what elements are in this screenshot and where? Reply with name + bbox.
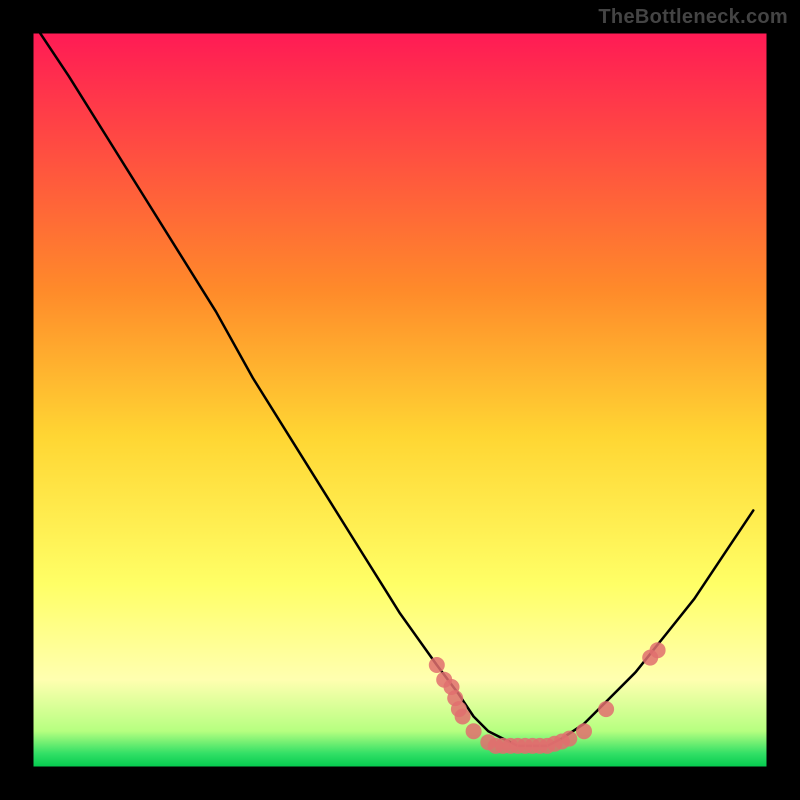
- data-marker: [429, 657, 445, 673]
- chart-svg: [32, 32, 768, 768]
- data-marker: [598, 701, 614, 717]
- data-marker: [455, 709, 471, 725]
- chart-frame: TheBottleneck.com: [0, 0, 800, 800]
- plot-area: [32, 32, 768, 768]
- watermark-text: TheBottleneck.com: [598, 6, 788, 29]
- data-marker: [466, 723, 482, 739]
- data-marker: [561, 731, 577, 747]
- data-marker: [576, 723, 592, 739]
- data-marker: [650, 642, 666, 658]
